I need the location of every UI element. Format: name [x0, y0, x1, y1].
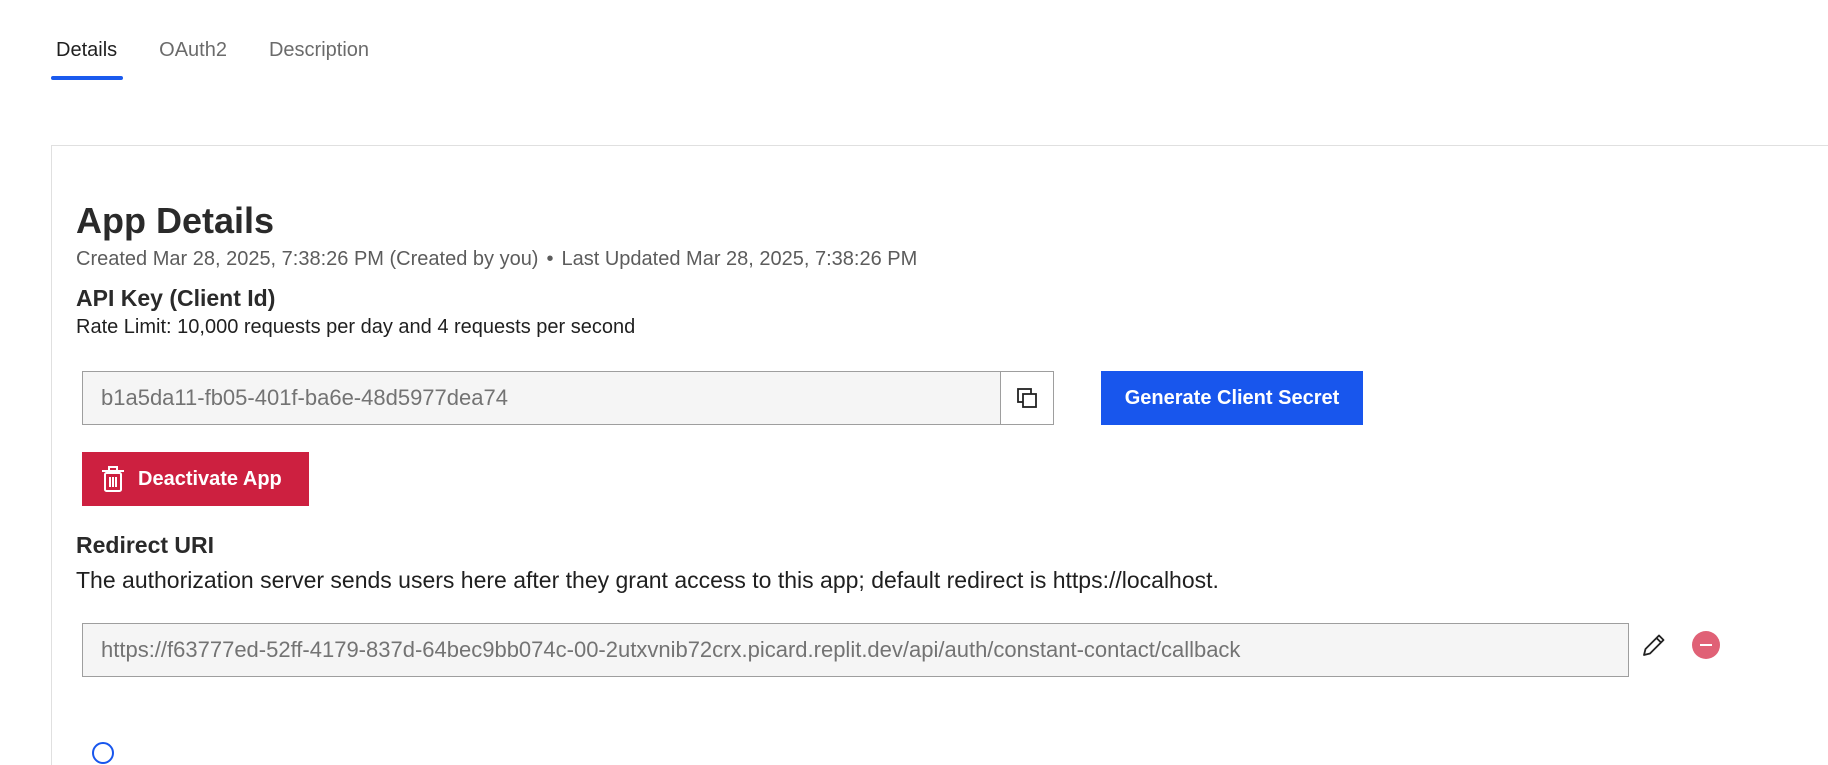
redirect-uri-field[interactable]: https://f63777ed-52ff-4179-837d-64bec9bb…	[82, 623, 1629, 677]
trash-icon	[100, 465, 126, 493]
tab-oauth2[interactable]: OAuth2	[153, 0, 233, 80]
redirect-uri-description: The authorization server sends users her…	[76, 567, 1219, 593]
remove-redirect-button[interactable]	[1692, 631, 1720, 659]
rate-limit-text: Rate Limit: 10,000 requests per day and …	[76, 316, 636, 338]
minus-circle-icon	[1700, 644, 1712, 646]
deactivate-app-button[interactable]: Deactivate App	[82, 452, 309, 506]
meta-separator: •	[546, 248, 554, 270]
api-key-title: API Key (Client Id)	[76, 285, 276, 311]
api-key-field[interactable]: b1a5da11-fb05-401f-ba6e-48d5977dea74	[82, 371, 1001, 425]
copy-button[interactable]	[1000, 371, 1054, 425]
deactivate-label: Deactivate App	[138, 467, 282, 490]
page-title: App Details	[76, 200, 275, 241]
last-updated-text: Last Updated Mar 28, 2025, 7:38:26 PM	[561, 248, 918, 270]
tab-bar: Details OAuth2 Description	[51, 0, 405, 80]
app-meta: Created Mar 28, 2025, 7:38:26 PM (Create…	[76, 248, 917, 271]
tab-details[interactable]: Details	[51, 0, 124, 80]
add-icon[interactable]	[92, 742, 114, 764]
tab-description[interactable]: Description	[263, 0, 375, 80]
copy-icon	[1017, 388, 1037, 408]
edit-redirect-button[interactable]	[1639, 630, 1669, 660]
created-text: Created Mar 28, 2025, 7:38:26 PM (Create…	[76, 248, 539, 270]
generate-client-secret-button[interactable]: Generate Client Secret	[1101, 371, 1363, 425]
pencil-icon	[1643, 634, 1665, 656]
redirect-uri-title: Redirect URI	[76, 532, 215, 558]
app-details-card: App Details Created Mar 28, 2025, 7:38:2…	[51, 145, 1828, 765]
